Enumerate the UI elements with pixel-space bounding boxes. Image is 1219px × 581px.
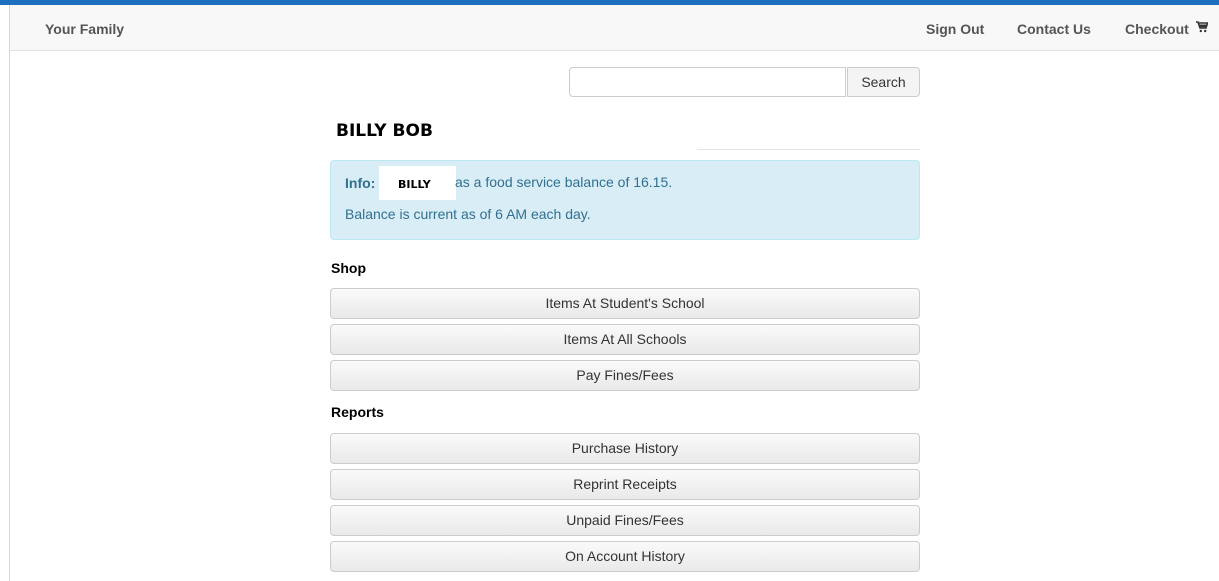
sign-out-link[interactable]: Sign Out — [926, 21, 984, 37]
divider — [697, 149, 920, 150]
brand-link[interactable]: Your Family — [45, 21, 124, 37]
top-navbar: Your Family Sign Out Contact Us Checkout — [10, 5, 1219, 51]
contact-us-link[interactable]: Contact Us — [1017, 21, 1091, 37]
info-line-1: Info: — [345, 175, 375, 191]
shopping-cart-icon — [1196, 21, 1209, 33]
reports-heading: Reports — [331, 404, 384, 420]
redacted-student-name: BILLY — [398, 178, 431, 191]
reprint-receipts-button[interactable]: Reprint Receipts — [330, 469, 920, 500]
unpaid-fines-fees-button[interactable]: Unpaid Fines/Fees — [330, 505, 920, 536]
purchase-history-button[interactable]: Purchase History — [330, 433, 920, 464]
search-button[interactable]: Search — [847, 67, 920, 97]
on-account-history-button[interactable]: On Account History — [330, 541, 920, 572]
redacted-name-box: BILLY — [379, 166, 456, 200]
shop-heading: Shop — [331, 260, 366, 276]
items-at-students-school-button[interactable]: Items At Student's School — [330, 288, 920, 319]
left-border — [9, 5, 10, 581]
items-at-all-schools-button[interactable]: Items At All Schools — [330, 324, 920, 355]
shopping-cart-icon[interactable] — [1196, 20, 1209, 36]
checkout-link[interactable]: Checkout — [1125, 21, 1189, 37]
search-input[interactable] — [569, 67, 846, 97]
balance-text: as a food service balance of 16.15. — [455, 174, 673, 190]
pay-fines-fees-button[interactable]: Pay Fines/Fees — [330, 360, 920, 391]
info-label: Info: — [345, 175, 376, 191]
balance-note: Balance is current as of 6 AM each day. — [345, 206, 591, 222]
student-name: BILLY BOB — [336, 121, 433, 141]
